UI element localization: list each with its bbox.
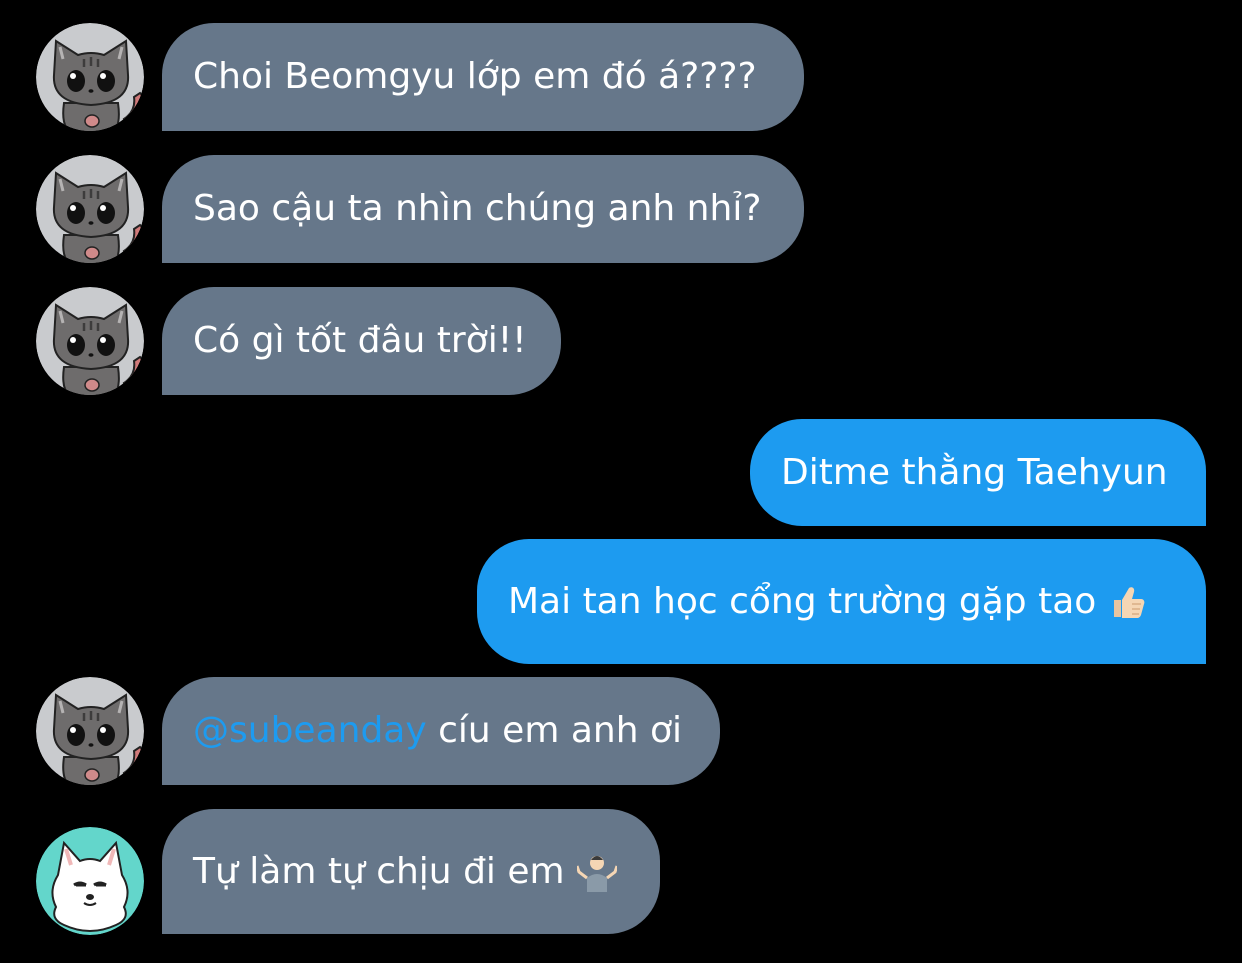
message-bubble-incoming: Có gì tốt đâu trời!! (162, 287, 561, 395)
cat-avatar-icon[interactable] (36, 155, 144, 263)
cat-avatar-icon[interactable] (36, 23, 144, 131)
message-text: cíu em anh ơi (426, 710, 682, 751)
message-bubble-incoming: Tự làm tự chịu đi em (162, 809, 660, 934)
thumbs-up-icon (1108, 582, 1148, 622)
user-mention-link[interactable]: @subeanday (193, 713, 427, 749)
white-dog-avatar-icon[interactable] (36, 827, 144, 935)
person-shrugging-icon (576, 852, 617, 892)
message-text: Sao cậu ta nhìn chúng anh nhỉ? (193, 188, 762, 229)
message-bubble-incoming: Choi Beomgyu lớp em đó á???? (162, 23, 804, 131)
message-text: Mai tan học cổng trường gặp tao (508, 580, 1097, 622)
message-bubble-outgoing: Ditme thằng Taehyun (750, 419, 1206, 526)
message-text: Tự làm tự chịu đi em (193, 850, 565, 892)
message-bubble-incoming: @subeanday cíu em anh ơi (162, 677, 720, 785)
cat-avatar-icon[interactable] (36, 677, 144, 785)
message-text: Choi Beomgyu lớp em đó á???? (193, 56, 757, 97)
cat-avatar-icon[interactable] (36, 287, 144, 395)
message-bubble-incoming: Sao cậu ta nhìn chúng anh nhỉ? (162, 155, 804, 263)
message-bubble-outgoing: Mai tan học cổng trường gặp tao (477, 539, 1206, 664)
message-text: Ditme thằng Taehyun (781, 451, 1168, 493)
message-text: Có gì tốt đâu trời!! (193, 320, 527, 361)
